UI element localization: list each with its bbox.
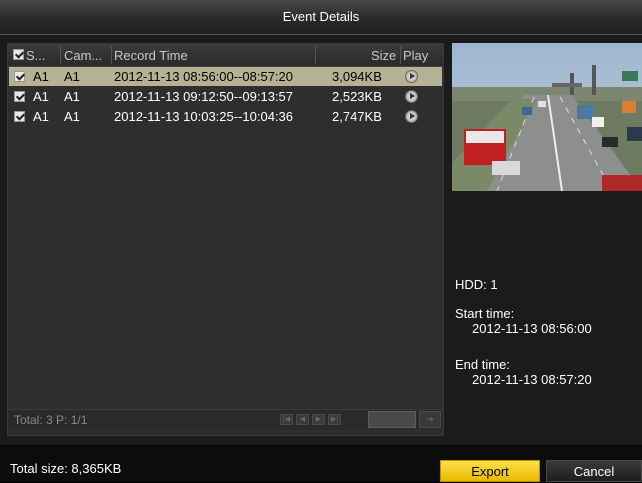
row-checkbox-icon[interactable] [14,91,25,102]
page-input[interactable] [368,411,416,428]
end-time-value: 2012-11-13 08:57:20 [472,372,592,387]
table-header: S... Cam... Record Time Size Play [8,44,443,67]
export-button[interactable]: Export [440,460,540,482]
header-select[interactable]: S... [26,48,46,63]
header-record-time[interactable]: Record Time [114,48,188,63]
table-row[interactable]: A1 A1 2012-11-13 10:03:25--10:04:36 2,74… [9,107,442,126]
play-icon[interactable] [405,110,418,123]
row-camera: A1 [64,89,80,104]
header-divider [315,46,316,64]
video-preview [452,43,642,191]
row-record-time: 2012-11-13 09:12:50--09:13:57 [114,89,294,104]
select-all-checkbox-icon[interactable] [13,49,24,60]
table-footer: Total: 3 P: 1/1 |◀ ◀ ▶ ▶| ➔ [8,409,443,430]
highway-thumbnail [452,43,642,191]
cancel-button[interactable]: Cancel [546,460,642,482]
row-record-time: 2012-11-13 10:03:25--10:04:36 [114,109,294,124]
row-checkbox-icon[interactable] [14,71,25,82]
header-divider [60,46,61,64]
table-row[interactable]: A1 A1 2012-11-13 09:12:50--09:13:57 2,52… [9,87,442,106]
title-bar: Event Details [0,0,642,35]
row-s: A1 [33,89,49,104]
last-page-icon[interactable]: ▶| [328,414,341,425]
row-size: 2,523KB [332,89,382,104]
go-icon[interactable]: ➔ [419,411,441,428]
row-checkbox-icon[interactable] [14,111,25,122]
main-area: S... Cam... Record Time Size Play A1 A1 … [0,35,642,445]
row-s: A1 [33,69,49,84]
table-row[interactable]: A1 A1 2012-11-13 08:56:00--08:57:20 3,09… [9,67,442,86]
bottom-bar: Total size: 8,365KB Export Cancel [0,446,642,482]
first-page-icon[interactable]: |◀ [280,414,293,425]
header-size[interactable]: Size [371,48,396,63]
play-icon[interactable] [405,90,418,103]
row-camera: A1 [64,69,80,84]
row-size: 2,747KB [332,109,382,124]
row-record-time: 2012-11-13 08:56:00--08:57:20 [114,69,294,84]
prev-page-icon[interactable]: ◀ [296,414,309,425]
play-icon[interactable] [405,70,418,83]
header-divider [400,46,401,64]
window-title: Event Details [282,9,360,24]
header-divider [111,46,112,64]
row-camera: A1 [64,109,80,124]
header-play[interactable]: Play [403,48,428,63]
row-s: A1 [33,109,49,124]
end-time-label: End time: [455,357,510,372]
event-list-panel: S... Cam... Record Time Size Play A1 A1 … [7,43,444,436]
start-time-label: Start time: [455,306,515,321]
next-page-icon[interactable]: ▶ [312,414,325,425]
row-size: 3,094KB [332,69,382,84]
hdd-info: HDD: 1 [455,277,498,292]
total-size: Total size: 8,365KB [10,461,122,476]
header-camera[interactable]: Cam... [64,48,110,63]
start-time-value: 2012-11-13 08:56:00 [472,321,592,336]
total-count: Total: 3 P: 1/1 [14,413,88,427]
